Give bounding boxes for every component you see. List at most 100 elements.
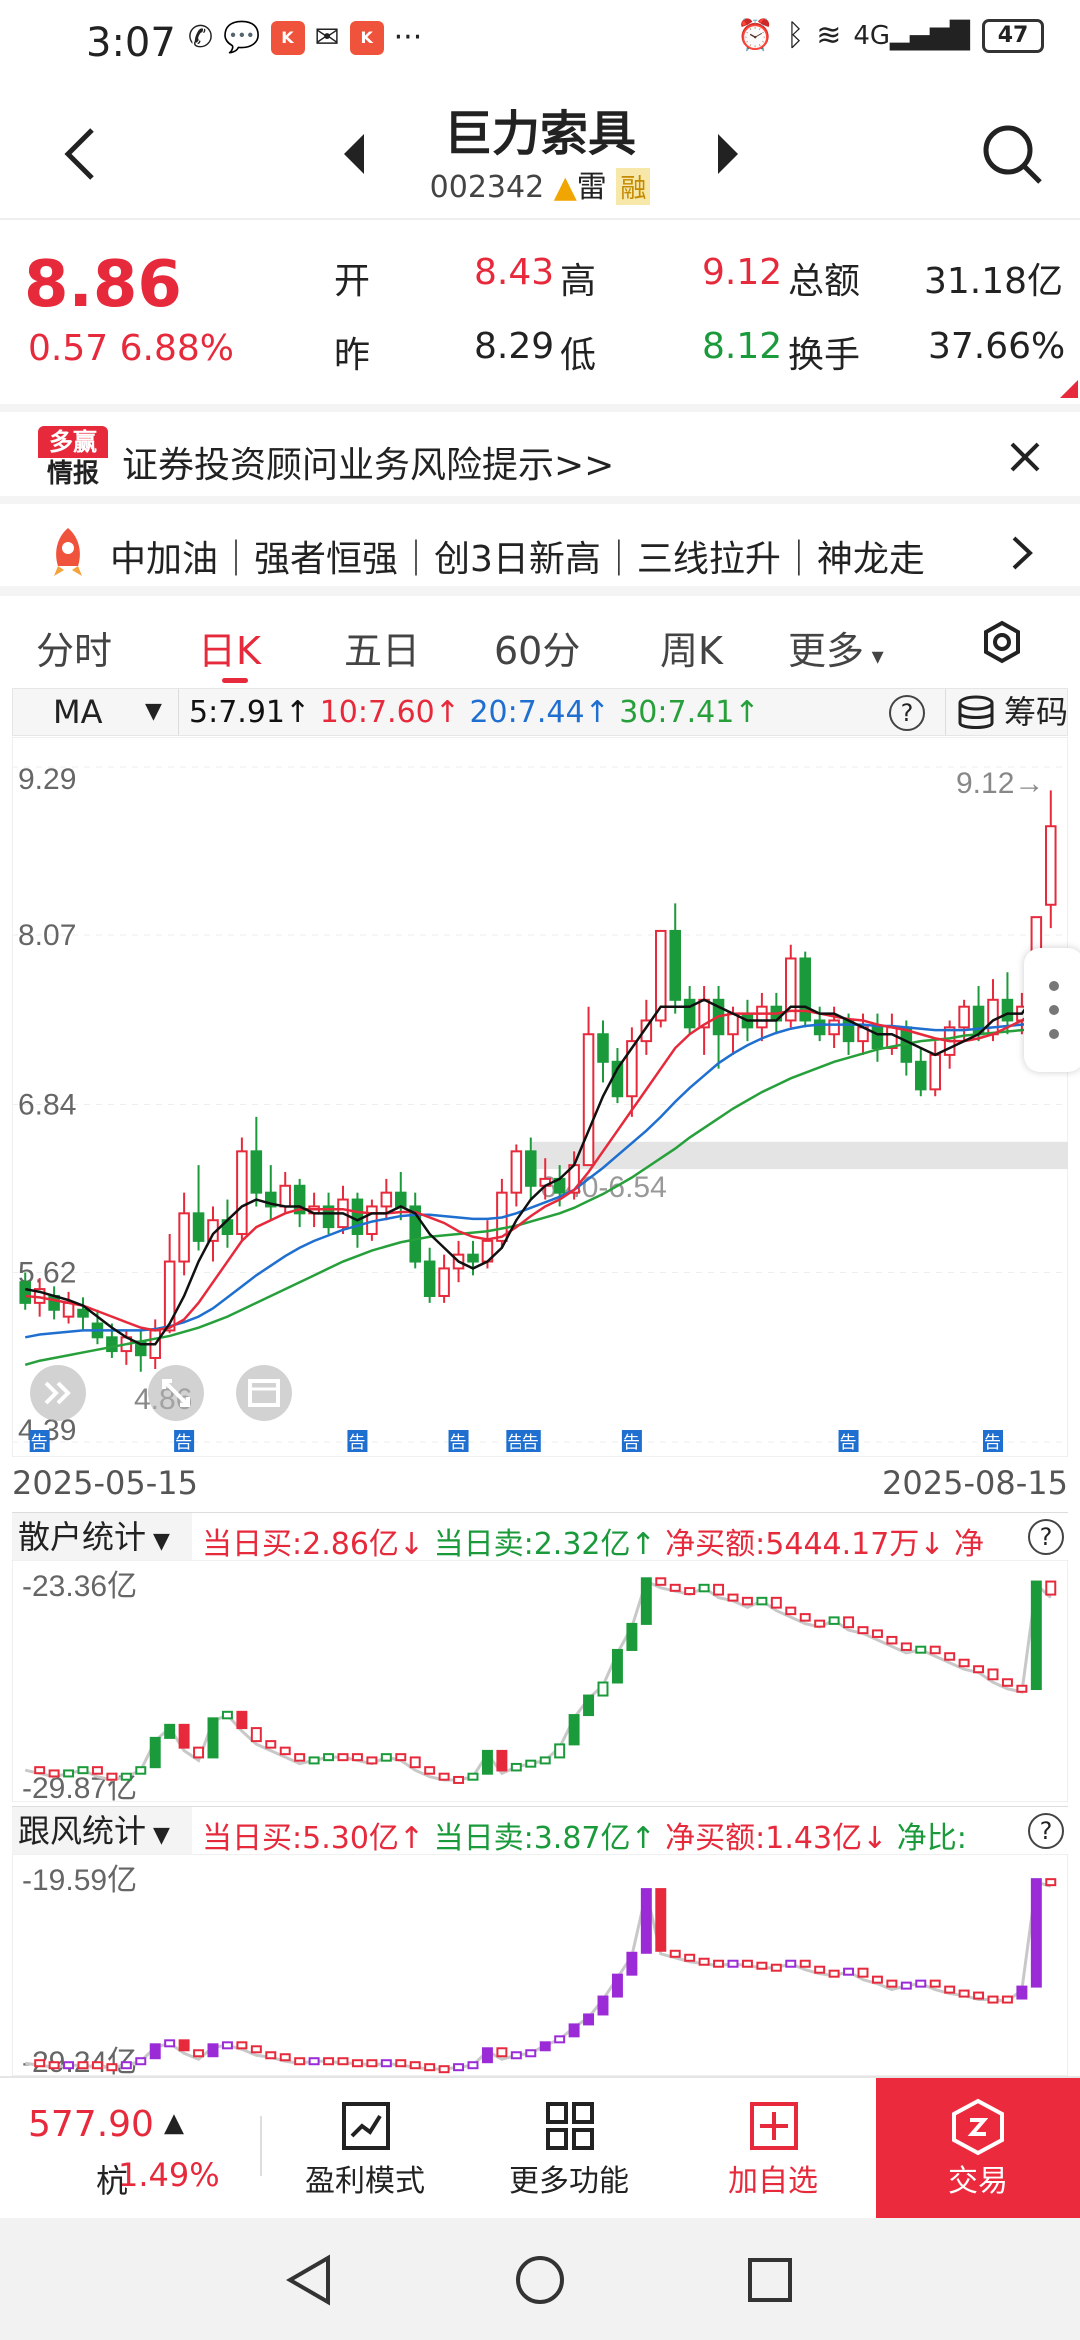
ma-indicator-row: MA ▼ 5:7.91↑ 10:7.60↑ 20:7.44↑ 30:7.41↑ … bbox=[12, 688, 1068, 736]
panel-bar bbox=[265, 2051, 277, 2060]
retail-sell: 当日卖:2.32亿↑ bbox=[424, 1527, 656, 1562]
add-watchlist-button[interactable]: 加自选 bbox=[698, 2078, 848, 2220]
nav-recents-icon[interactable] bbox=[746, 2256, 794, 2304]
up-arrow-icon: ▲ bbox=[164, 2108, 184, 2138]
trend-stats-selector[interactable]: 跟风统计 ▼ bbox=[12, 1807, 192, 1855]
corner-mark-icon bbox=[1060, 380, 1078, 398]
battery-icon: 47 bbox=[982, 18, 1044, 53]
panel-bar bbox=[34, 2059, 46, 2068]
index-change-pct: 1.49% bbox=[118, 2156, 220, 2194]
panel-bar bbox=[453, 1775, 465, 1784]
panel-bar bbox=[438, 2065, 450, 2074]
tab-more[interactable]: 更多 ▾ bbox=[788, 620, 884, 675]
high-label: 高 bbox=[560, 261, 597, 302]
panel-bar bbox=[727, 1593, 739, 1602]
panel-bar bbox=[1030, 1580, 1042, 1691]
tab-60min[interactable]: 60分 bbox=[494, 620, 580, 675]
retail-stats-chart[interactable]: -23.36亿 -29.87亿 bbox=[12, 1560, 1068, 1802]
trend-buy: 当日买:5.30亿↑ bbox=[202, 1821, 425, 1856]
next-stock-icon[interactable] bbox=[714, 130, 742, 178]
panel-bar bbox=[510, 1762, 522, 1772]
tab-weekly-k[interactable]: 周K bbox=[660, 620, 723, 675]
chips-button[interactable]: 筹码 bbox=[945, 689, 1069, 735]
tab-more-label: 更多 bbox=[788, 629, 865, 673]
fast-forward-icon[interactable] bbox=[30, 1365, 86, 1421]
panel-top-label: -19.59亿 bbox=[22, 1864, 137, 1897]
risk-tag[interactable]: 雷 bbox=[577, 170, 607, 205]
period-tabs: 分时 日K 五日 60分 周K 更多 ▾ bbox=[0, 600, 1080, 686]
chart-trend-icon bbox=[342, 2102, 390, 2150]
tab-intraday[interactable]: 分时 bbox=[36, 620, 112, 675]
panel-bar bbox=[351, 1753, 363, 1762]
trend-stats-chart[interactable]: -19.59亿-29.24亿 bbox=[12, 1854, 1068, 2076]
help-icon[interactable]: ? bbox=[1028, 1519, 1064, 1555]
profit-mode-button[interactable]: 盈利模式 bbox=[290, 2078, 440, 2220]
amount-value: 31.18亿 bbox=[924, 261, 1064, 302]
candle-body bbox=[395, 1191, 407, 1208]
panel-bar bbox=[221, 2041, 233, 2050]
panel-bar bbox=[77, 2061, 89, 2070]
panel-bar bbox=[395, 1753, 407, 1762]
help-icon[interactable]: ? bbox=[889, 695, 925, 731]
panel-bar bbox=[366, 2059, 378, 2068]
margin-tag[interactable]: 融 bbox=[616, 168, 651, 205]
candle-body bbox=[62, 1301, 75, 1318]
expand-icon[interactable] bbox=[148, 1365, 204, 1421]
tab-daily-k[interactable]: 日K bbox=[198, 620, 261, 675]
panel-bar bbox=[713, 1959, 725, 1968]
retail-stats-label: 散户统计 bbox=[18, 1518, 147, 1556]
retail-stats-selector[interactable]: 散户统计 ▼ bbox=[12, 1513, 192, 1561]
panel-bar bbox=[770, 1963, 782, 1972]
panel-bar bbox=[669, 1583, 681, 1592]
trade-button[interactable]: 交易 bbox=[876, 2078, 1080, 2220]
more-functions-label: 更多功能 bbox=[509, 2164, 629, 2199]
trend-ratio: 净比: bbox=[887, 1821, 967, 1856]
risk-banner-text[interactable]: 证券投资顾问业务风险提示>> bbox=[122, 436, 614, 488]
candle-body bbox=[351, 1198, 364, 1235]
panel-bar bbox=[944, 1652, 956, 1661]
missed-call-icon: ✆ bbox=[188, 20, 214, 55]
panel-bar bbox=[481, 2047, 493, 2064]
notification-icons: ✆ 💬 K ✉ K ··· bbox=[188, 20, 422, 55]
close-icon[interactable] bbox=[1008, 440, 1042, 474]
chevron-right-icon[interactable] bbox=[1010, 534, 1034, 572]
panel-bar bbox=[525, 1759, 537, 1768]
panel-bar bbox=[785, 1959, 797, 1968]
help-icon[interactable]: ? bbox=[1028, 1813, 1064, 1849]
more-functions-button[interactable]: 更多功能 bbox=[494, 2078, 644, 2220]
announcement-marker-label: 告 bbox=[450, 1433, 467, 1453]
y-tick-label: 6.84 bbox=[18, 1089, 76, 1122]
kline-chart[interactable]: 9.298.076.845.624.396.40-6.549.12→4.86告告… bbox=[12, 737, 1068, 1457]
prev-close-value: 8.29 bbox=[474, 326, 555, 367]
settings-icon[interactable] bbox=[980, 620, 1024, 664]
ma-selector[interactable]: MA ▼ bbox=[13, 689, 179, 735]
candle-body bbox=[828, 1019, 840, 1036]
panel-bar bbox=[843, 1967, 855, 1976]
stock-code: 002342 bbox=[429, 170, 545, 205]
panel-bar bbox=[106, 1772, 118, 1781]
calendar-icon[interactable] bbox=[236, 1365, 292, 1421]
panel-bar bbox=[164, 1723, 176, 1739]
panel-frame bbox=[12, 1560, 1068, 1802]
search-icon[interactable] bbox=[980, 122, 1044, 186]
panel-bar bbox=[713, 1583, 725, 1596]
announcement-marker-label: 告 bbox=[623, 1433, 640, 1453]
panel-bar bbox=[409, 2061, 421, 2070]
trend-stats-values: 当日买:5.30亿↑ 当日卖:3.87亿↑ 净买额:1.43亿↓ 净比: bbox=[202, 1813, 1032, 1857]
panel-bar bbox=[770, 1596, 782, 1609]
nav-back-icon[interactable] bbox=[284, 2254, 334, 2306]
panel-bar bbox=[539, 1756, 551, 1765]
tab-five-day[interactable]: 五日 bbox=[344, 620, 420, 675]
panel-bar bbox=[178, 2039, 190, 2052]
panel-bar bbox=[987, 1995, 999, 2004]
candle-body bbox=[756, 1005, 768, 1029]
panel-bar bbox=[34, 1766, 46, 1775]
nav-home-icon[interactable] bbox=[514, 2254, 566, 2306]
risk-banner[interactable]: 多赢 情报 证券投资顾问业务风险提示>> bbox=[0, 404, 1080, 504]
floating-menu-handle[interactable] bbox=[1024, 948, 1080, 1072]
news-ticker[interactable]: 中加油｜强者恒强｜创3日新高｜三线拉升｜神龙走 bbox=[0, 508, 1080, 596]
ticker-text[interactable]: 中加油｜强者恒强｜创3日新高｜三线拉升｜神龙走 bbox=[110, 530, 1010, 582]
stock-name: 巨力索具 bbox=[443, 106, 636, 162]
panel-bar bbox=[929, 1979, 941, 1988]
panel-bar bbox=[250, 1727, 262, 1743]
